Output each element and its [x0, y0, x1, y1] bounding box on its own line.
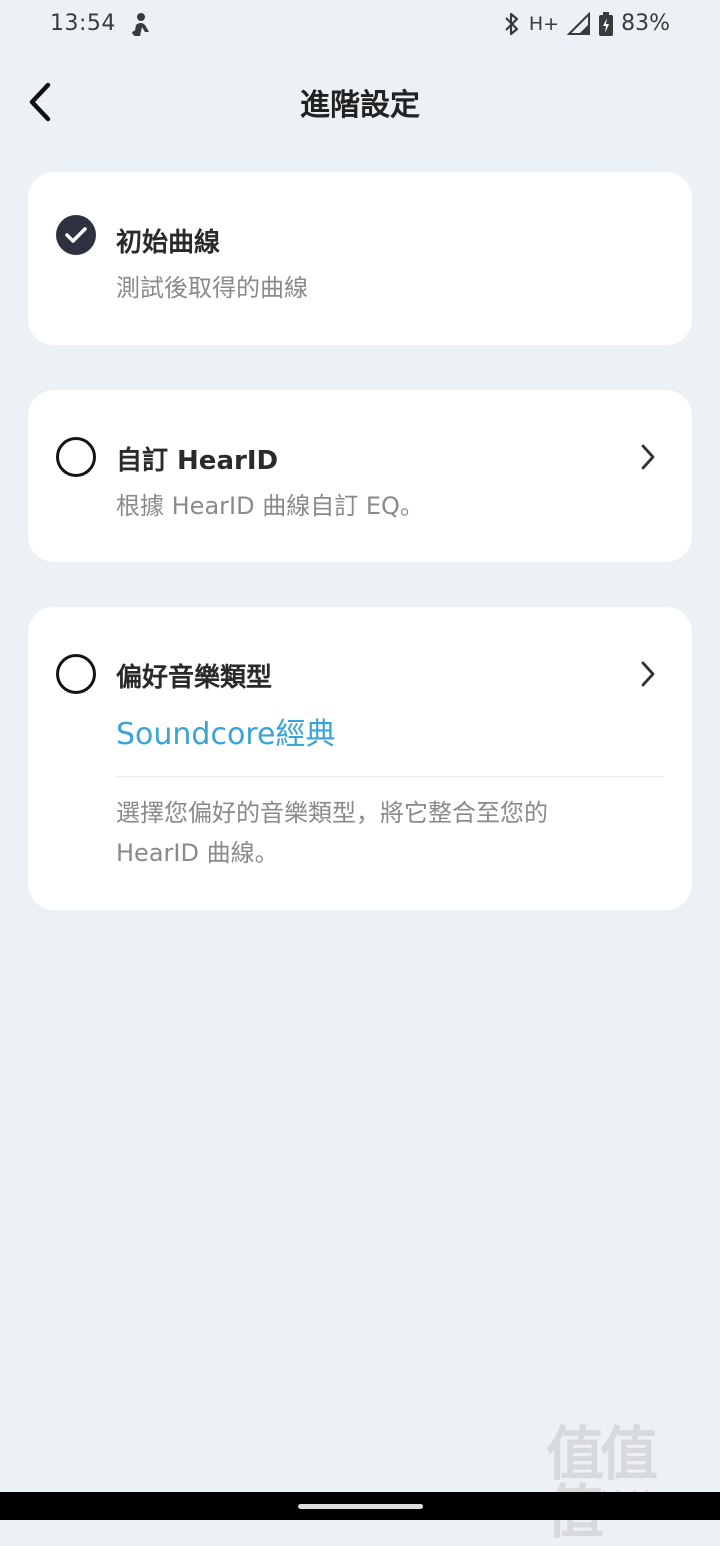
chevron-right-icon	[641, 444, 655, 470]
status-bar: 13:54 H+ 83%	[0, 0, 720, 52]
status-icons: H+ 83%	[503, 11, 670, 36]
radio-unchecked[interactable]	[56, 437, 96, 477]
watermark: 值值值 zhizhizhi.com	[546, 1425, 706, 1541]
navigation-bar	[0, 1492, 720, 1520]
option-card-initial-curve[interactable]: 初始曲線 測試後取得的曲線	[28, 172, 692, 345]
selected-genre-value: Soundcore經典	[116, 717, 336, 752]
option-description: 選擇您偏好的音樂類型，將它整合至您的 HearID 曲線。	[116, 799, 548, 867]
radio-checked[interactable]	[56, 215, 96, 255]
option-title: 偏好音樂類型	[116, 663, 273, 693]
battery-icon	[599, 11, 614, 36]
watermark-logo: 值值值	[546, 1420, 658, 1541]
option-title: 初始曲線	[116, 228, 221, 258]
page-title: 進階設定	[300, 88, 420, 123]
home-indicator[interactable]	[298, 1504, 423, 1509]
bluetooth-icon	[505, 12, 518, 35]
divider	[116, 776, 664, 777]
person-icon	[132, 13, 149, 36]
option-card-music-genre[interactable]: 偏好音樂類型 Soundcore經典 選擇您偏好的音樂類型，將它整合至您的 He…	[28, 607, 692, 910]
header: 進階設定	[0, 58, 720, 148]
signal-icon	[567, 11, 591, 35]
option-title: 自訂 HearID	[116, 446, 279, 476]
option-card-custom-hearid[interactable]: 自訂 HearID 根據 HearID 曲線自訂 EQ。	[28, 390, 692, 562]
status-time: 13:54	[50, 11, 116, 36]
option-subtitle: 根據 HearID 曲線自訂 EQ。	[116, 492, 424, 520]
checkmark-icon	[65, 227, 87, 243]
chevron-right-icon	[641, 661, 655, 687]
network-label: H+	[528, 12, 560, 35]
radio-unchecked[interactable]	[56, 654, 96, 694]
option-subtitle: 測試後取得的曲線	[116, 274, 308, 302]
battery-percent: 83%	[621, 11, 670, 36]
